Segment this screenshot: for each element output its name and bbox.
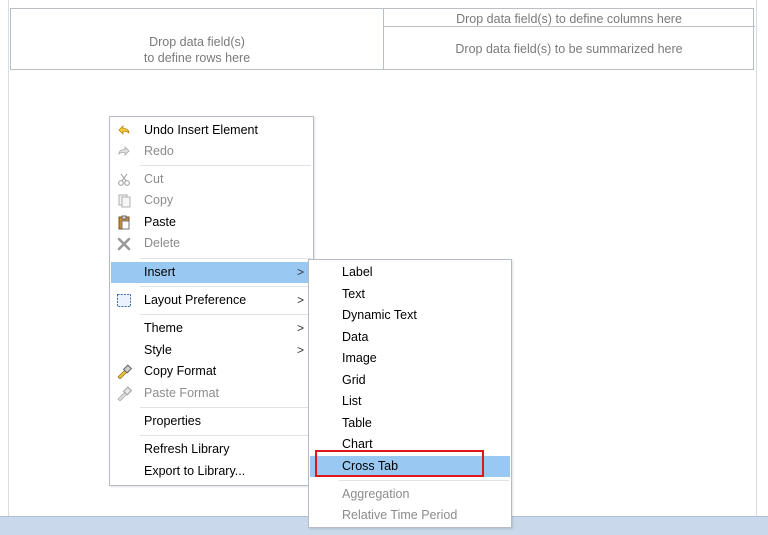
- cross-tab-element[interactable]: Drop data field(s) to define columns her…: [10, 8, 755, 70]
- menu-item-label: Refresh Library: [144, 442, 230, 456]
- submenu-item-grid[interactable]: Grid: [310, 370, 510, 391]
- menu-item-label: Copy Format: [144, 364, 217, 378]
- menu-item-label: Copy: [144, 193, 174, 207]
- insert-submenu: Label Text Dynamic Text Data Image Grid …: [308, 259, 512, 528]
- menu-separator: [140, 314, 311, 315]
- column-drop-zone[interactable]: Drop data field(s) to define columns her…: [383, 12, 755, 26]
- undo-icon: [116, 123, 132, 138]
- menu-item-label: Grid: [342, 373, 366, 387]
- menu-item-label: Dynamic Text: [342, 308, 417, 322]
- row-drop-zone[interactable]: Drop data field(s) to define rows here: [11, 34, 383, 66]
- menu-item-export-to-library[interactable]: Export to Library...: [111, 461, 312, 482]
- submenu-item-relative-time-period[interactable]: Relative Time Period: [310, 505, 510, 526]
- menu-item-label: Delete: [144, 236, 181, 250]
- menu-item-insert[interactable]: Insert >: [111, 262, 312, 283]
- row-drop-hint-line2: to define rows here: [143, 51, 251, 65]
- menu-item-properties[interactable]: Properties: [111, 411, 312, 432]
- menu-item-label: Chart: [342, 437, 373, 451]
- menu-item-label: Undo Insert Element: [144, 123, 258, 137]
- menu-item-label: Theme: [144, 321, 183, 335]
- menu-separator: [339, 480, 509, 481]
- menu-item-label: Properties: [144, 414, 201, 428]
- menu-item-theme[interactable]: Theme >: [111, 318, 312, 339]
- submenu-item-label[interactable]: Label: [310, 262, 510, 283]
- page-margin-line-right: [756, 0, 757, 516]
- menu-item-label: Style: [144, 343, 172, 357]
- menu-item-label: Data: [342, 330, 369, 344]
- menu-item-label: Text: [342, 287, 365, 301]
- submenu-item-image[interactable]: Image: [310, 348, 510, 369]
- menu-item-label: Layout Preference: [144, 293, 247, 307]
- menu-item-cut[interactable]: Cut: [111, 169, 312, 190]
- chevron-right-icon: >: [296, 343, 304, 357]
- menu-separator: [140, 407, 311, 408]
- submenu-item-dynamic-text[interactable]: Dynamic Text: [310, 305, 510, 326]
- cross-tab-divider: [383, 26, 755, 27]
- menu-separator: [140, 435, 311, 436]
- menu-item-label: Aggregation: [342, 487, 410, 501]
- menu-item-redo[interactable]: Redo: [111, 141, 312, 162]
- context-menu: Undo Insert Element Redo Cut Copy Paste …: [109, 116, 314, 486]
- menu-item-label: Paste: [144, 215, 176, 229]
- delete-icon: [116, 236, 132, 251]
- copy-icon: [116, 193, 132, 208]
- menu-separator: [140, 286, 311, 287]
- menu-item-refresh-library[interactable]: Refresh Library: [111, 439, 312, 460]
- menu-item-label: Redo: [144, 144, 174, 158]
- cut-icon: [116, 172, 132, 187]
- menu-item-label: Insert: [144, 265, 176, 279]
- submenu-item-table[interactable]: Table: [310, 413, 510, 434]
- menu-item-label: Label: [342, 265, 373, 279]
- menu-item-copy-format[interactable]: Copy Format: [111, 361, 312, 382]
- paste-icon: [116, 215, 132, 230]
- menu-item-copy[interactable]: Copy: [111, 190, 312, 211]
- redo-icon: [116, 144, 132, 159]
- submenu-item-data[interactable]: Data: [310, 327, 510, 348]
- copy-format-icon: [116, 364, 133, 380]
- menu-item-paste[interactable]: Paste: [111, 212, 312, 233]
- annotation-highlight-box: [315, 450, 484, 477]
- submenu-item-list[interactable]: List: [310, 391, 510, 412]
- page-margin-line-left: [8, 0, 9, 516]
- menu-item-style[interactable]: Style >: [111, 340, 312, 361]
- menu-item-delete[interactable]: Delete: [111, 233, 312, 254]
- chevron-right-icon: >: [296, 293, 304, 307]
- menu-item-layout-preference[interactable]: Layout Preference >: [111, 290, 312, 311]
- chevron-right-icon: >: [296, 321, 304, 335]
- layout-preference-icon: [116, 293, 132, 308]
- menu-item-label: Cut: [144, 172, 164, 186]
- menu-separator: [140, 258, 311, 259]
- menu-item-label: Image: [342, 351, 377, 365]
- menu-item-label: Export to Library...: [144, 464, 246, 478]
- menu-separator: [140, 165, 311, 166]
- menu-item-label: Relative Time Period: [342, 508, 458, 522]
- menu-item-label: List: [342, 394, 362, 408]
- submenu-item-text[interactable]: Text: [310, 284, 510, 305]
- row-drop-hint-line1: Drop data field(s): [149, 35, 245, 49]
- menu-item-paste-format[interactable]: Paste Format: [111, 383, 312, 404]
- summary-drop-zone[interactable]: Drop data field(s) to be summarized here: [383, 42, 755, 56]
- menu-item-undo[interactable]: Undo Insert Element: [111, 120, 312, 141]
- submenu-item-aggregation[interactable]: Aggregation: [310, 484, 510, 505]
- chevron-right-icon: >: [296, 265, 304, 279]
- menu-item-label: Table: [342, 416, 372, 430]
- menu-item-label: Paste Format: [144, 386, 220, 400]
- paste-format-icon: [116, 386, 133, 402]
